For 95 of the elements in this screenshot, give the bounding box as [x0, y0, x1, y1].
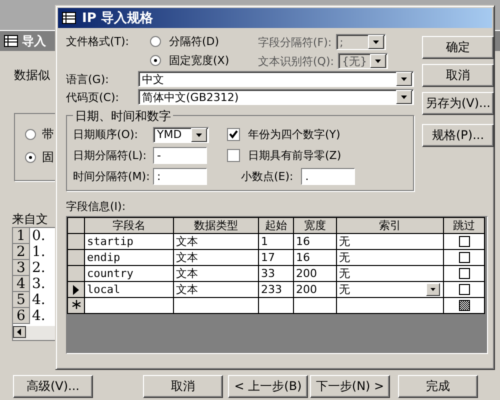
radio-button[interactable]	[25, 152, 36, 163]
table-cell: 33	[258, 266, 294, 282]
table-cell: local	[84, 282, 174, 298]
preview-text: 3.	[31, 276, 46, 292]
wizard-button[interactable]: 取消	[143, 375, 223, 398]
preview-text: 4.	[31, 308, 46, 324]
table-cell: 无	[336, 266, 444, 282]
row-number: 1	[13, 228, 30, 244]
column-header[interactable]: 索引	[336, 218, 444, 234]
table-cell: 233	[258, 282, 294, 298]
input-field[interactable]: .	[301, 168, 356, 185]
table-cell: country	[84, 266, 174, 282]
table-icon	[4, 35, 18, 47]
table-cell: 文本	[174, 234, 258, 250]
scrollbar[interactable]	[13, 326, 57, 340]
preview-text: 0.	[31, 228, 46, 244]
checkbox-option[interactable]: 日期具有前导零(Z)	[227, 147, 356, 164]
table-cell: 1	[258, 234, 294, 250]
table-cell: 无	[336, 282, 444, 298]
row-number: 4	[13, 276, 30, 292]
file-format-label: 文件格式(T):	[66, 34, 130, 50]
dropdown[interactable]: 中文	[138, 71, 414, 87]
dropdown[interactable]: YMD	[153, 126, 209, 142]
column-header[interactable]: 起始	[258, 218, 294, 234]
field-label: 语言(G):	[66, 72, 110, 86]
table-cell: startip	[84, 234, 174, 250]
checkbox[interactable]	[458, 252, 470, 264]
field-label: 日期分隔符(L):	[73, 148, 148, 163]
table-cell: 无	[336, 234, 444, 250]
window-title: IP 导入规格	[82, 10, 153, 27]
preview-text: 2.	[31, 260, 46, 276]
checkbox[interactable]	[227, 149, 240, 162]
field-label: 时间分隔符(M):	[73, 169, 151, 184]
checkbox[interactable]	[458, 284, 470, 296]
scroll-left-icon[interactable]	[13, 326, 26, 338]
checkbox[interactable]	[458, 268, 470, 280]
field-label: 字段分隔符(F):	[258, 34, 332, 50]
wizard-button[interactable]: 完成	[398, 375, 478, 398]
column-header[interactable]: 跳过	[444, 218, 484, 234]
table-cell: 文本	[174, 282, 258, 298]
dialog-button[interactable]: 另存为(V)...	[422, 92, 494, 115]
table-cell: endip	[84, 250, 174, 266]
checkbox[interactable]	[227, 128, 240, 141]
radio-button[interactable]	[150, 55, 161, 66]
row-selector[interactable]	[68, 234, 84, 250]
field-label: 日期顺序(O):	[73, 127, 139, 142]
wizard-button[interactable]: 下一步(N) >	[310, 375, 390, 398]
field-label: 代码页(C):	[66, 90, 120, 104]
field-label: 小数点(E):	[241, 169, 294, 184]
row-selector[interactable]	[68, 266, 84, 282]
dropdown[interactable]: 简体中文(GB2312)	[138, 89, 414, 105]
checkbox[interactable]	[458, 236, 470, 248]
preview-label: 来自文	[12, 211, 48, 228]
preview-text: 1.	[31, 244, 46, 260]
field-label: 文本识别符(Q):	[258, 54, 334, 68]
dialog-button[interactable]: 取消	[422, 64, 494, 87]
row-number: 5	[13, 292, 30, 308]
checkbox-option[interactable]: 年份为四个数字(Y)	[227, 126, 356, 143]
row-number: 2	[13, 244, 30, 260]
row-number: 6	[13, 308, 30, 324]
row-selector[interactable]	[68, 250, 84, 266]
window-title: 导入	[22, 32, 46, 50]
column-header[interactable]: 字段名	[84, 218, 174, 234]
column-header[interactable]: 宽度	[294, 218, 336, 234]
table-cell: 17	[258, 250, 294, 266]
dialog-button[interactable]: 规格(P)...	[422, 124, 494, 147]
group-title: 日期、时间和数字	[73, 108, 173, 125]
radio-button[interactable]	[25, 129, 36, 140]
table-cell: 无	[336, 250, 444, 266]
radio-option[interactable]: 带	[25, 126, 73, 143]
table-icon	[62, 12, 76, 24]
dialog-button[interactable]: 确定	[422, 36, 494, 59]
row-number: 3	[13, 260, 30, 276]
table-cell: 200	[294, 282, 336, 298]
radio-button[interactable]	[150, 36, 161, 47]
intro-text: 数据似	[14, 67, 50, 84]
wizard-button[interactable]: 高级(V)...	[13, 375, 93, 398]
table-cell: 16	[294, 250, 336, 266]
table-cell: 文本	[174, 266, 258, 282]
table-cell: 16	[294, 234, 336, 250]
preview-text: 4.	[31, 292, 46, 308]
field-info-label: 字段信息(I):	[66, 199, 127, 214]
input-field[interactable]: :	[153, 168, 207, 185]
wizard-button[interactable]: < 上一步(B)	[228, 375, 308, 398]
column-header[interactable]: 数据类型	[174, 218, 258, 234]
radio-option[interactable]: 分隔符(D)	[138, 34, 258, 49]
select-all-cell[interactable]	[68, 218, 84, 234]
row-selector[interactable]	[68, 282, 84, 298]
table-cell: 文本	[174, 250, 258, 266]
row-selector[interactable]	[68, 298, 84, 314]
radio-option[interactable]: 固定宽度(X)	[138, 53, 258, 68]
new-row-icon	[72, 300, 80, 309]
input-field[interactable]: -	[153, 147, 207, 164]
radio-option[interactable]: 固	[25, 149, 73, 166]
table-cell: 200	[294, 266, 336, 282]
